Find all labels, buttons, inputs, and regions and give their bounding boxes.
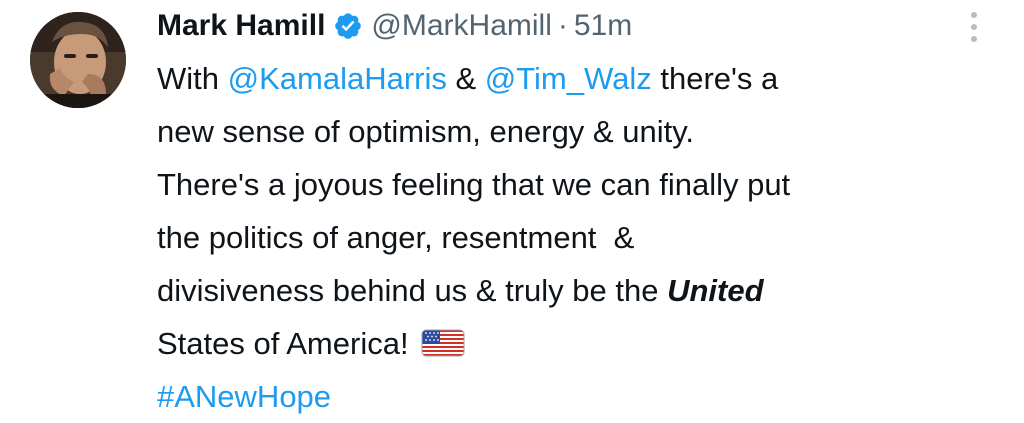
tweet-line-6: States of America!	[157, 317, 1007, 370]
tweet-card[interactable]: Mark Hamill @MarkHamill · 51m With @Kama…	[0, 0, 1024, 414]
mention-tim-walz[interactable]: @Tim_Walz	[485, 61, 652, 96]
tweet-line-5: divisiveness behind us & truly be the Un…	[157, 264, 1007, 317]
tweet-line-2: new sense of optimism, energy & unity.	[157, 114, 695, 149]
tweet-header: Mark Hamill @MarkHamill · 51m	[157, 4, 632, 48]
line1-suffix: there's a	[651, 61, 779, 96]
timestamp[interactable]: 51m	[574, 9, 632, 43]
line1-and: &	[446, 61, 485, 96]
mention-kamala-harris[interactable]: @KamalaHarris	[228, 61, 447, 96]
author-name[interactable]: Mark Hamill	[157, 9, 325, 43]
tweet-line-7: #ANewHope	[157, 370, 1007, 423]
tweet-text: With @KamalaHarris & @Tim_Walz there's a…	[157, 52, 1007, 423]
line1-prefix: With	[157, 61, 228, 96]
avatar-image	[30, 12, 126, 108]
more-options-icon[interactable]	[962, 10, 986, 44]
line6-text: States of America!	[157, 326, 409, 361]
verified-badge-icon	[333, 11, 363, 41]
author-handle[interactable]: @MarkHamill	[371, 9, 551, 43]
line5-text: divisiveness behind us & truly be the	[157, 273, 668, 308]
tweet-line-4: the politics of anger, resentment &	[157, 220, 635, 255]
separator-dot: ·	[557, 9, 568, 42]
united-emphasis: United	[667, 273, 764, 308]
us-flag-icon	[421, 321, 465, 357]
tweet-line-1: With @KamalaHarris & @Tim_Walz there's a	[157, 52, 1007, 105]
tweet-line-3: There's a joyous feeling that we can fin…	[157, 167, 791, 202]
hashtag-anewhope[interactable]: #ANewHope	[157, 379, 331, 414]
avatar[interactable]	[30, 12, 126, 108]
